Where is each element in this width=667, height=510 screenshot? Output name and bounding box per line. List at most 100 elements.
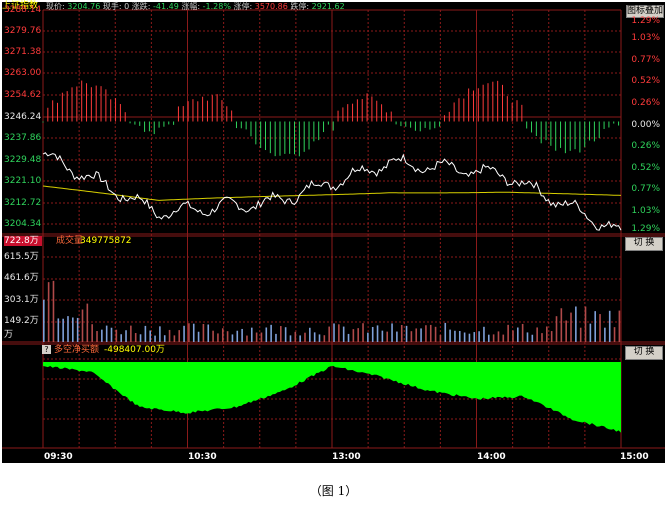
volume-bar <box>333 323 335 342</box>
volume-value: 349775872 <box>80 236 132 246</box>
pct-value: -1.28% <box>202 2 231 11</box>
volume-bar <box>386 331 389 342</box>
pct-tick: 0.77% <box>631 55 660 65</box>
volume-bar <box>178 330 181 342</box>
volume-bar <box>67 316 69 342</box>
volume-bar <box>536 327 538 342</box>
volume-bar <box>541 333 543 342</box>
volume-tick: 303.1万 <box>4 295 39 305</box>
time-tick: 10:30 <box>188 452 217 462</box>
volume-bar <box>52 280 55 342</box>
volume-bar <box>236 330 239 342</box>
volume-bar <box>91 324 93 342</box>
price-tick: 3254.62 <box>4 90 42 100</box>
pct-tick: 0.52% <box>631 163 660 173</box>
volume-bar <box>294 331 297 342</box>
net-flow-switch-button[interactable]: 切 换 <box>625 346 663 360</box>
volume-bar <box>579 327 582 342</box>
pct-tick: 1.03% <box>631 206 660 216</box>
volume-bar <box>81 309 84 342</box>
volume-bar <box>478 331 480 342</box>
price-tick: 3288.14 <box>4 5 42 15</box>
volume-bar <box>458 330 461 342</box>
volume-bar <box>57 318 60 342</box>
volume-bar <box>473 332 476 342</box>
volume-bar <box>565 320 567 342</box>
volume-bar <box>589 323 592 342</box>
volume-bar <box>255 332 258 342</box>
volume-bar <box>512 330 514 342</box>
volume-bar <box>608 310 611 342</box>
hand-value: 0 <box>124 2 130 11</box>
pct-tick: 0.00% <box>631 120 660 130</box>
volume-bar <box>463 332 466 342</box>
price-tick: 3229.48 <box>4 155 42 165</box>
volume-bar <box>400 324 403 342</box>
volume-bar <box>584 306 587 342</box>
change-label: 涨跌: <box>131 2 151 11</box>
volume-bar <box>241 328 243 342</box>
help-icon[interactable]: ? <box>42 345 51 354</box>
volume-bar <box>246 335 248 342</box>
volume-bar <box>221 328 224 342</box>
price-tick: 3237.86 <box>4 133 42 143</box>
volume-bar <box>207 324 210 342</box>
intraday-chart <box>2 9 665 449</box>
volume-bar <box>396 331 398 342</box>
pct-tick: 1.29% <box>631 224 660 234</box>
volume-bar <box>120 334 122 342</box>
volume-bar <box>299 335 301 342</box>
time-tick: 15:00 <box>620 452 649 462</box>
volume-bar <box>599 314 601 342</box>
price-tick: 3279.76 <box>4 26 42 36</box>
volume-bar <box>434 326 437 342</box>
status-bar: 现价: 3204.76 现手: 0 涨跌: -41.49 涨幅: -1.28% … <box>46 2 345 12</box>
pct-tick: 1.29% <box>631 16 660 26</box>
volume-bar <box>546 326 548 342</box>
volume-bar <box>105 325 108 342</box>
volume-bar <box>62 318 64 342</box>
volume-bar <box>101 329 103 342</box>
volume-bar <box>275 333 277 342</box>
volume-bar <box>149 330 152 342</box>
volume-bar <box>594 311 596 342</box>
volume-bar <box>429 324 432 342</box>
pct-tick: 0.26% <box>631 98 660 108</box>
volume-switch-button[interactable]: 切 换 <box>625 237 663 251</box>
volume-bar <box>420 328 422 342</box>
volume-bar <box>183 325 185 342</box>
volume-bar <box>318 334 321 342</box>
volume-bar <box>289 335 292 342</box>
volume-bar <box>304 332 306 342</box>
volume-bar <box>125 330 127 342</box>
volume-bar <box>192 323 195 342</box>
volume-bar <box>47 282 50 342</box>
volume-bar <box>328 326 330 342</box>
down-limit-label: 跌停: <box>290 2 310 11</box>
volume-bar <box>357 328 359 342</box>
pct-tick: 1.03% <box>631 33 660 43</box>
volume-bar <box>492 334 495 342</box>
volume-bar <box>154 335 156 342</box>
volume-bar <box>43 299 45 342</box>
volume-tick: 149.2万 <box>4 316 39 326</box>
volume-title: 成交量 <box>56 236 84 246</box>
volume-bar <box>260 332 263 342</box>
volume-bar <box>517 327 519 342</box>
figure-caption: （图 1） <box>309 484 358 498</box>
volume-bar <box>342 326 345 342</box>
price-value: 3204.76 <box>67 2 101 11</box>
volume-bar <box>139 334 142 342</box>
volume-bar <box>352 329 355 342</box>
volume-bar <box>265 327 268 342</box>
volume-bar <box>555 316 558 342</box>
price-label: 现价: <box>46 2 65 11</box>
volume-bar <box>575 306 577 342</box>
net-flow-value: -498407.00万 <box>104 345 165 355</box>
price-tick: 3246.24 <box>4 112 42 122</box>
volume-bar <box>526 332 529 342</box>
change-value: -41.49 <box>153 2 179 11</box>
volume-bar <box>483 326 485 342</box>
volume-bar <box>280 326 282 342</box>
volume-bar <box>531 334 534 342</box>
